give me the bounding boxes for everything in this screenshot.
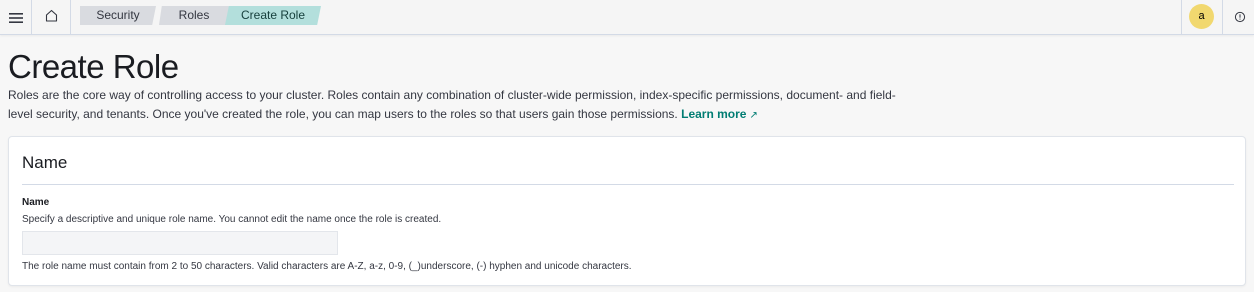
top-header: Security Roles Create Role a — [0, 0, 1254, 35]
home-button[interactable] — [32, 0, 71, 35]
panel-divider — [22, 184, 1234, 185]
breadcrumb-security[interactable]: Security — [80, 6, 156, 25]
header-divider — [1181, 0, 1182, 35]
menu-icon — [8, 12, 23, 24]
page-title: Create Role — [8, 48, 179, 85]
name-field-help: Specify a descriptive and unique role na… — [22, 214, 442, 225]
breadcrumb-roles[interactable]: Roles — [159, 6, 229, 25]
avatar[interactable]: a — [1189, 4, 1214, 29]
learn-more-link[interactable]: Learn more ↗ — [681, 107, 758, 121]
page-description: Roles are the core way of controlling ac… — [8, 86, 908, 125]
role-name-input[interactable] — [22, 231, 338, 255]
menu-button[interactable] — [0, 0, 32, 35]
home-icon — [45, 9, 58, 27]
external-link-icon: ↗ — [749, 110, 758, 121]
description-text: Roles are the core way of controlling ac… — [8, 88, 896, 121]
learn-more-label: Learn more — [681, 107, 747, 121]
header-divider — [1222, 0, 1223, 35]
help-icon[interactable] — [1234, 10, 1246, 23]
panel-title: Name — [22, 153, 68, 172]
breadcrumb-create-role: Create Role — [225, 6, 321, 25]
name-field-note: The role name must contain from 2 to 50 … — [22, 261, 632, 272]
name-panel: Name Name Specify a descriptive and uniq… — [8, 136, 1246, 286]
name-field-label: Name — [22, 197, 50, 208]
